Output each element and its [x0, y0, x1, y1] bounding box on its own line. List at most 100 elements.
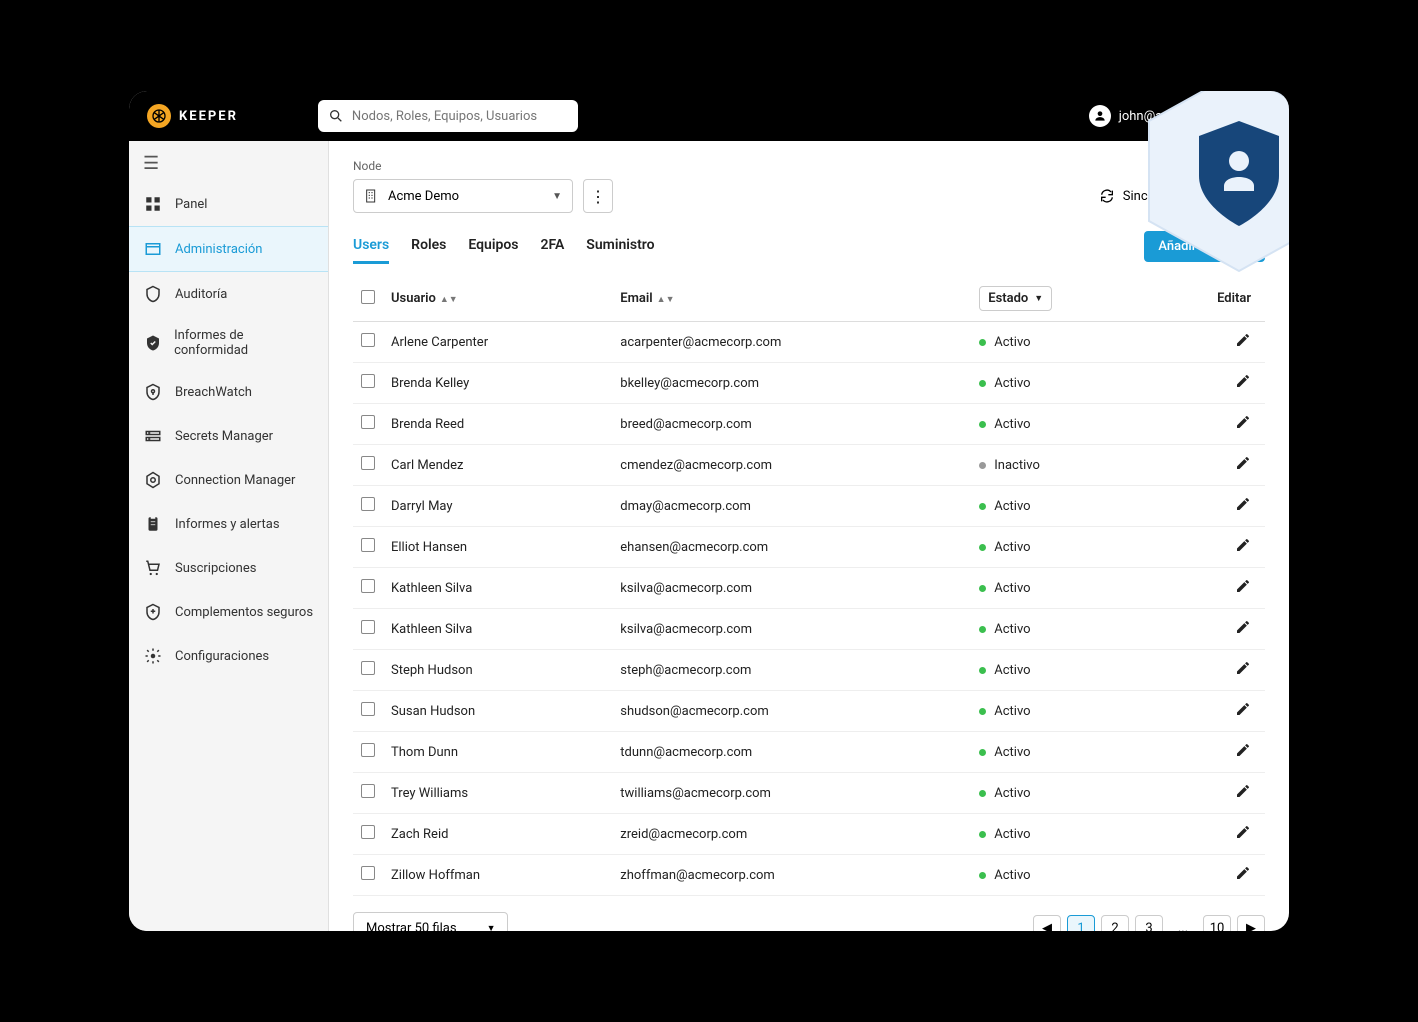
app-window: KEEPER john@acme-demo.com ▼ ☰ PanelAdmin… [129, 91, 1289, 931]
search-input[interactable] [352, 109, 568, 124]
page-prev[interactable]: ◀ [1033, 915, 1061, 932]
sidebar-item-auditoría[interactable]: Auditoría [129, 272, 328, 316]
user-avatar-icon [1089, 105, 1111, 127]
edit-icon[interactable] [1235, 578, 1251, 594]
status-dot-icon [979, 708, 986, 715]
page-3[interactable]: 3 [1135, 915, 1163, 932]
row-checkbox[interactable] [361, 620, 375, 634]
cell-user: Zillow Hoffman [383, 855, 612, 896]
cell-status: Inactivo [971, 445, 1151, 486]
row-checkbox[interactable] [361, 538, 375, 552]
shield-check-icon [143, 333, 162, 353]
edit-icon[interactable] [1235, 537, 1251, 553]
cell-user: Zach Reid [383, 814, 612, 855]
edit-icon[interactable] [1235, 742, 1251, 758]
cell-user: Darryl May [383, 486, 612, 527]
row-checkbox[interactable] [361, 743, 375, 757]
edit-icon[interactable] [1235, 414, 1251, 430]
cell-status: Activo [971, 568, 1151, 609]
quick-sync-label: Sincronización rápida [1123, 189, 1247, 204]
edit-icon[interactable] [1235, 619, 1251, 635]
col-state[interactable]: Estado ▼ [971, 276, 1151, 322]
tab-2fa[interactable]: 2FA [540, 229, 564, 264]
node-more-menu[interactable]: ⋮ [583, 179, 613, 213]
sidebar-item-configuraciones[interactable]: Configuraciones [129, 634, 328, 678]
sidebar-item-informes-de-conformidad[interactable]: Informes de conformidad [129, 316, 328, 370]
edit-icon[interactable] [1235, 455, 1251, 471]
sidebar-item-suscripciones[interactable]: Suscripciones [129, 546, 328, 590]
sidebar-item-label: Connection Manager [175, 473, 295, 488]
cart-icon [143, 558, 163, 578]
col-email[interactable]: Email▲▼ [612, 276, 971, 322]
search-box[interactable] [318, 100, 578, 132]
cell-status: Activo [971, 773, 1151, 814]
pagination: ◀ 123... 10 ▶ [1033, 915, 1265, 932]
row-checkbox[interactable] [361, 579, 375, 593]
edit-icon[interactable] [1235, 865, 1251, 881]
add-users-button[interactable]: Añadir Usuarios [1144, 231, 1265, 262]
table-row: Kathleen Silvaksilva@acmecorp.comActivo [353, 568, 1265, 609]
row-checkbox[interactable] [361, 497, 375, 511]
sidebar-item-connection-manager[interactable]: Connection Manager [129, 458, 328, 502]
row-checkbox[interactable] [361, 825, 375, 839]
sidebar-item-label: Administración [175, 242, 262, 257]
tab-users[interactable]: Users [353, 229, 389, 264]
edit-icon[interactable] [1235, 373, 1251, 389]
cell-email: twilliams@acmecorp.com [612, 773, 971, 814]
cell-user: Susan Hudson [383, 691, 612, 732]
sidebar-item-label: Complementos seguros [175, 605, 313, 620]
table-row: Brenda Kelleybkelley@acmecorp.comActivo [353, 363, 1265, 404]
cell-email: zreid@acmecorp.com [612, 814, 971, 855]
sidebar-item-informes-y-alertas[interactable]: Informes y alertas [129, 502, 328, 546]
quick-sync-button[interactable]: Sincronización rápida ▼ [1099, 188, 1265, 204]
edit-icon[interactable] [1235, 824, 1251, 840]
sidebar-item-label: Panel [175, 197, 207, 212]
search-icon [328, 108, 344, 124]
cell-user: Thom Dunn [383, 732, 612, 773]
sidebar-item-breachwatch[interactable]: BreachWatch [129, 370, 328, 414]
row-checkbox[interactable] [361, 866, 375, 880]
building-icon [364, 188, 380, 204]
sidebar-item-secrets-manager[interactable]: Secrets Manager [129, 414, 328, 458]
cell-user: Steph Hudson [383, 650, 612, 691]
page-2[interactable]: 2 [1101, 915, 1129, 932]
sidebar-item-label: BreachWatch [175, 385, 252, 400]
page-1[interactable]: 1 [1067, 915, 1095, 932]
node-selector[interactable]: Acme Demo ▼ [353, 179, 573, 213]
users-table: Usuario▲▼ Email▲▼ Estado ▼ Editar Arlene… [353, 276, 1265, 896]
edit-icon[interactable] [1235, 496, 1251, 512]
cell-user: Elliot Hansen [383, 527, 612, 568]
tab-equipos[interactable]: Equipos [468, 229, 518, 264]
edit-icon[interactable] [1235, 783, 1251, 799]
cell-user: Carl Mendez [383, 445, 612, 486]
tab-suministro[interactable]: Suministro [586, 229, 654, 264]
page-next[interactable]: ▶ [1237, 915, 1265, 932]
row-checkbox[interactable] [361, 784, 375, 798]
shield-plus-icon [143, 602, 163, 622]
edit-icon[interactable] [1235, 332, 1251, 348]
rows-per-page-selector[interactable]: Mostrar 50 filas ▼ [353, 912, 508, 931]
cell-email: acarpenter@acmecorp.com [612, 322, 971, 363]
status-dot-icon [979, 626, 986, 633]
table-row: Susan Hudsonshudson@acmecorp.comActivo [353, 691, 1265, 732]
row-checkbox[interactable] [361, 661, 375, 675]
page-10[interactable]: 10 [1203, 915, 1231, 932]
logo-icon [147, 104, 171, 128]
sidebar-item-administración[interactable]: Administración [129, 226, 328, 272]
row-checkbox[interactable] [361, 374, 375, 388]
select-all-checkbox[interactable] [361, 290, 375, 304]
tab-roles[interactable]: Roles [411, 229, 446, 264]
edit-icon[interactable] [1235, 701, 1251, 717]
row-checkbox[interactable] [361, 456, 375, 470]
col-user[interactable]: Usuario▲▼ [383, 276, 612, 322]
sidebar-item-panel[interactable]: Panel [129, 182, 328, 226]
table-row: Carl Mendezcmendez@acmecorp.comInactivo [353, 445, 1265, 486]
row-checkbox[interactable] [361, 333, 375, 347]
page-...: ... [1169, 915, 1197, 932]
user-menu[interactable]: john@acme-demo.com ▼ [1089, 105, 1271, 127]
menu-toggle[interactable]: ☰ [129, 145, 328, 182]
sidebar-item-complementos-seguros[interactable]: Complementos seguros [129, 590, 328, 634]
edit-icon[interactable] [1235, 660, 1251, 676]
row-checkbox[interactable] [361, 415, 375, 429]
row-checkbox[interactable] [361, 702, 375, 716]
